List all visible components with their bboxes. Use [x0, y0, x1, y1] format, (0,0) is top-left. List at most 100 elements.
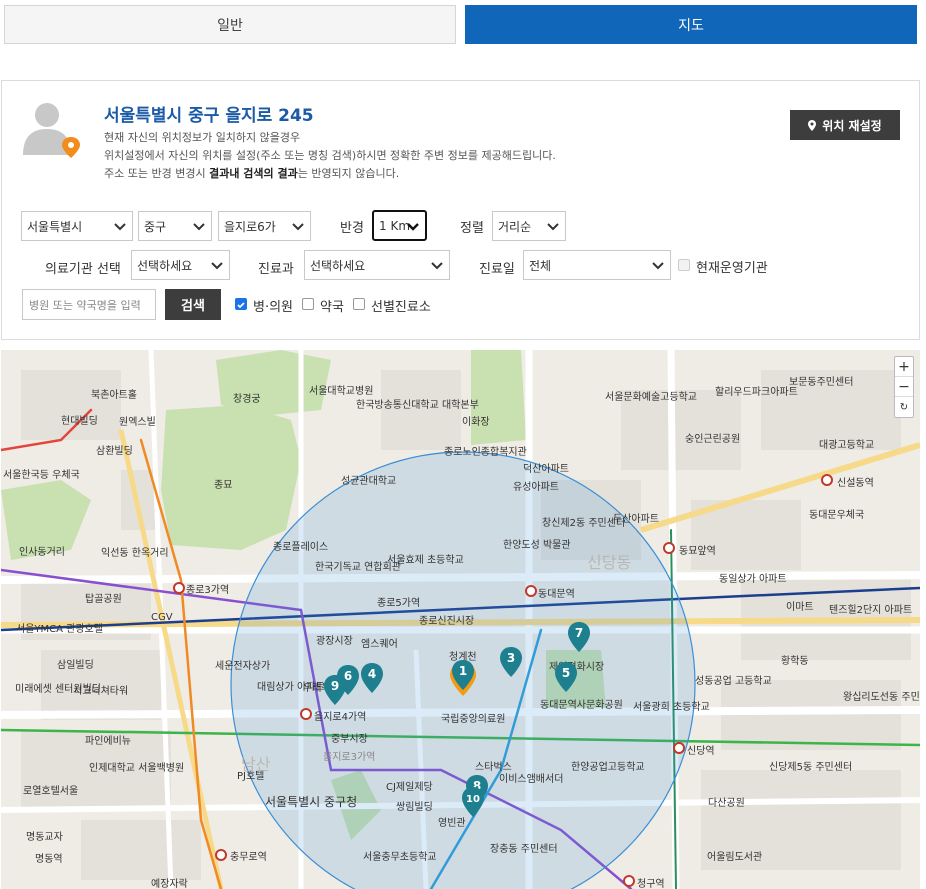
sigungu-select[interactable]: 중구: [138, 211, 212, 241]
map-label: 서울YMCA 관광호텔: [16, 623, 103, 635]
marker-number: 7: [575, 626, 583, 640]
map-label: 현대빌딩: [61, 415, 98, 427]
map-label: 할리우드파크아파트: [715, 386, 798, 398]
hospital-marker-3[interactable]: 3: [499, 646, 523, 678]
sort-label: 정렬: [460, 221, 484, 236]
location-panel: 서울특별시 중구 을지로 245 현재 자신의 위치정보가 일치하지 않을경우 …: [1, 80, 920, 201]
map-label: 을지로4가역: [314, 711, 366, 723]
map-label: 이마트: [786, 601, 814, 613]
map-label: 스타벅스: [475, 761, 512, 773]
map-label: 을지로3가역: [323, 751, 375, 763]
marker-number: 4: [368, 667, 376, 681]
map-label: 서울문화예술고등학교: [605, 391, 697, 403]
map-label: 신당역: [687, 745, 715, 757]
map-label: 종로플레이스: [273, 541, 328, 553]
desc-line-1: 현재 자신의 위치정보가 일치하지 않을경우: [104, 131, 301, 144]
hospital-marker-1[interactable]: 1: [451, 659, 475, 691]
day-select[interactable]: 전체: [523, 250, 671, 280]
map-label: 서울대학교병원: [309, 385, 373, 397]
desc-line-3: 주소 또는 반경 변경시 결과내 검색의 결과는 반영되지 않습니다.: [104, 167, 400, 180]
zoom-in-button[interactable]: +: [895, 357, 913, 377]
marker-number: 5: [562, 666, 570, 680]
map-label: 남산: [241, 755, 271, 774]
map-label: 서울충무초등학교: [363, 851, 437, 863]
map-label: 숭인근린공원: [685, 433, 740, 445]
department-select[interactable]: 선택하세요: [304, 250, 450, 280]
chevron-down-icon: [407, 223, 419, 231]
map-label: 텐즈힐2단지 아파트: [829, 603, 912, 616]
map-view[interactable]: 서울대학교병원 한국방송통신대학교 대학본부 이화장 종로노인종합복지관 서울문…: [1, 350, 920, 889]
map-label: 중부시장: [331, 733, 368, 745]
zoom-out-button[interactable]: −: [895, 377, 913, 397]
hospital-marker-4[interactable]: 4: [360, 662, 384, 694]
map-label: 동대문우체국: [809, 509, 864, 521]
map-label: 동일상가 아파트: [719, 573, 787, 585]
map-label: 동대문역사문화공원: [540, 699, 623, 711]
marker-number: 9: [331, 679, 339, 693]
map-label: 인제대학교 서울백병원: [89, 762, 184, 774]
map-label: 탑골공원: [85, 593, 122, 605]
chevron-down-icon: [652, 262, 664, 270]
map-label: 파인에비뉴: [85, 735, 131, 747]
map-label: 종로5가역: [377, 597, 420, 609]
map-label: 장충동 주민센터: [490, 843, 558, 855]
chevron-down-icon: [431, 262, 443, 270]
dong-select[interactable]: 을지로6가: [218, 211, 311, 241]
radius-select[interactable]: 1 Km: [372, 210, 427, 241]
sort-select[interactable]: 거리순: [492, 211, 566, 241]
search-input[interactable]: 병원 또는 약국명을 입력: [22, 289, 156, 320]
map-label: CGV: [151, 612, 173, 623]
hospital-label: 병·의원: [253, 300, 294, 315]
map-label: 창경궁: [233, 392, 261, 405]
map-label: 서울효제 초등학교: [387, 554, 464, 566]
map-label: 신설동역: [837, 477, 874, 489]
map-label: 북촌아트홀: [91, 388, 137, 401]
map-label: 동대문역: [538, 588, 575, 600]
map-label: 미래에셋 센터원빌딩: [15, 683, 101, 695]
day-label: 진료일: [479, 262, 515, 277]
map-label: 한양공업고등학교: [571, 760, 645, 773]
map-label: 명동교자: [26, 831, 63, 843]
operating-checkbox[interactable]: [678, 259, 690, 271]
location-address: 서울특별시 중구 을지로 245: [104, 106, 314, 126]
map-label: 예장자락: [151, 878, 188, 889]
institution-select[interactable]: 선택하세요: [131, 250, 230, 280]
map-label: 영빈관: [438, 817, 466, 829]
reset-location-button[interactable]: 위치 재설정: [790, 110, 900, 140]
chevron-down-icon: [292, 223, 304, 231]
map-label: 덕산아파트: [523, 463, 569, 475]
hospital-marker-9[interactable]: 9: [323, 674, 347, 706]
map-label: 종로신진시장: [419, 615, 474, 627]
tab-general[interactable]: 일반: [4, 5, 456, 44]
map-label: 유성아파트: [513, 481, 559, 493]
hospital-marker-10[interactable]: 10: [461, 786, 485, 818]
radius-label: 반경: [340, 221, 364, 236]
pharmacy-label: 약국: [320, 300, 344, 315]
map-label: 신당제5동 주민센터: [769, 761, 852, 773]
chevron-down-icon: [114, 223, 126, 231]
hospital-checkbox[interactable]: [235, 298, 247, 310]
sido-select[interactable]: 서울특별시: [21, 211, 133, 241]
location-description: 현재 자신의 위치정보가 일치하지 않을경우 위치설정에서 자신의 위치를 설정…: [104, 129, 556, 183]
chevron-down-icon: [547, 223, 559, 231]
pharmacy-checkbox[interactable]: [302, 298, 314, 310]
hospital-marker-7[interactable]: 7: [567, 621, 591, 653]
map-label: 충무로역: [230, 851, 267, 863]
zoom-controls: + − ↻: [894, 356, 914, 418]
map-label: 성동공업 고등학교: [695, 674, 772, 687]
map-label: 한국방송통신대학교 대학본부: [356, 399, 479, 411]
tab-map[interactable]: 지도: [465, 5, 917, 44]
search-button[interactable]: 검색: [165, 289, 221, 320]
map-label: 서울광희 초등학교: [633, 701, 710, 713]
refresh-icon[interactable]: ↻: [895, 397, 913, 417]
map-label: 어울림도서관: [707, 851, 762, 863]
chevron-down-icon: [193, 223, 205, 231]
filter-panel: 서울특별시 중구 을지로6가 반경 1 Km 정렬 거리순 의료기관 선택 선택…: [1, 200, 920, 340]
map-label: 청구역: [637, 878, 665, 889]
map-label: 대광고등학교: [819, 439, 874, 451]
map-label: 성균관대학교: [341, 475, 396, 487]
map-label: 서울특별시 중구청: [265, 795, 357, 809]
map-label: 황학동: [781, 655, 809, 667]
screening-checkbox[interactable]: [353, 298, 365, 310]
hospital-marker-5[interactable]: 5: [554, 661, 578, 693]
